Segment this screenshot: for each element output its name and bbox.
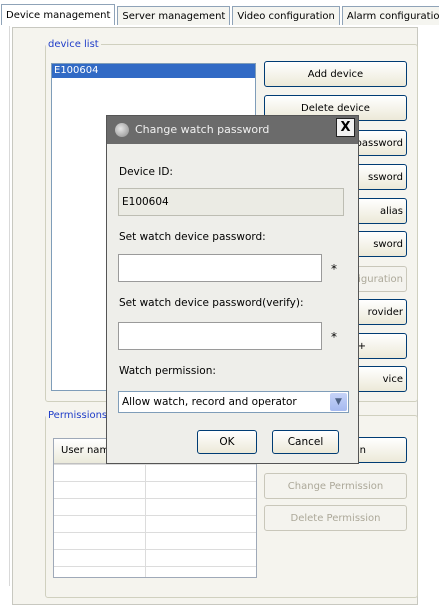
device-id-label: Device ID: — [119, 166, 173, 178]
verify-password-field[interactable] — [118, 322, 322, 350]
watch-permission-label: Watch permission: — [119, 365, 216, 377]
app-icon — [115, 123, 129, 137]
tab-video-configuration[interactable]: Video configuration — [232, 6, 340, 25]
dialog-title: Change watch password — [135, 123, 270, 136]
dialog-titlebar[interactable]: Change watch password X — [107, 116, 358, 144]
list-item[interactable]: E100604 — [52, 64, 255, 78]
delete-permission-button[interactable]: Delete Permission — [264, 505, 407, 531]
permissions-legend: Permissions — [48, 410, 108, 421]
required-mark: * — [331, 330, 337, 344]
change-watch-password-dialog: Change watch password X Device ID: E1006… — [106, 115, 359, 464]
chevron-down-icon[interactable]: ▼ — [330, 393, 347, 411]
tab-strip: Device management Server management Vide… — [1, 4, 439, 27]
permissions-table-body — [54, 464, 256, 577]
password-field[interactable] — [118, 254, 322, 282]
change-permission-button[interactable]: Change Permission — [264, 473, 407, 499]
window-left-border — [9, 26, 10, 586]
column-user-name[interactable]: User nam — [54, 439, 109, 463]
password-label: Set watch device password: — [119, 231, 266, 243]
watch-permission-select[interactable]: Allow watch, record and operator ▼ — [118, 391, 349, 413]
tab-server-management[interactable]: Server management — [117, 6, 231, 25]
cancel-button[interactable]: Cancel — [272, 430, 339, 454]
watch-permission-value: Allow watch, record and operator — [122, 396, 297, 408]
device-list-legend: device list — [48, 39, 99, 50]
required-mark: * — [331, 262, 337, 276]
tab-device-management[interactable]: Device management — [1, 4, 116, 25]
ok-button[interactable]: OK — [197, 430, 257, 454]
close-button[interactable]: X — [336, 118, 355, 137]
verify-password-label: Set watch device password(verify): — [119, 297, 304, 309]
device-id-field: E100604 — [118, 188, 344, 216]
tab-alarm-configuration[interactable]: Alarm configuration — [341, 6, 439, 25]
add-device-button[interactable]: Add device — [264, 61, 407, 87]
